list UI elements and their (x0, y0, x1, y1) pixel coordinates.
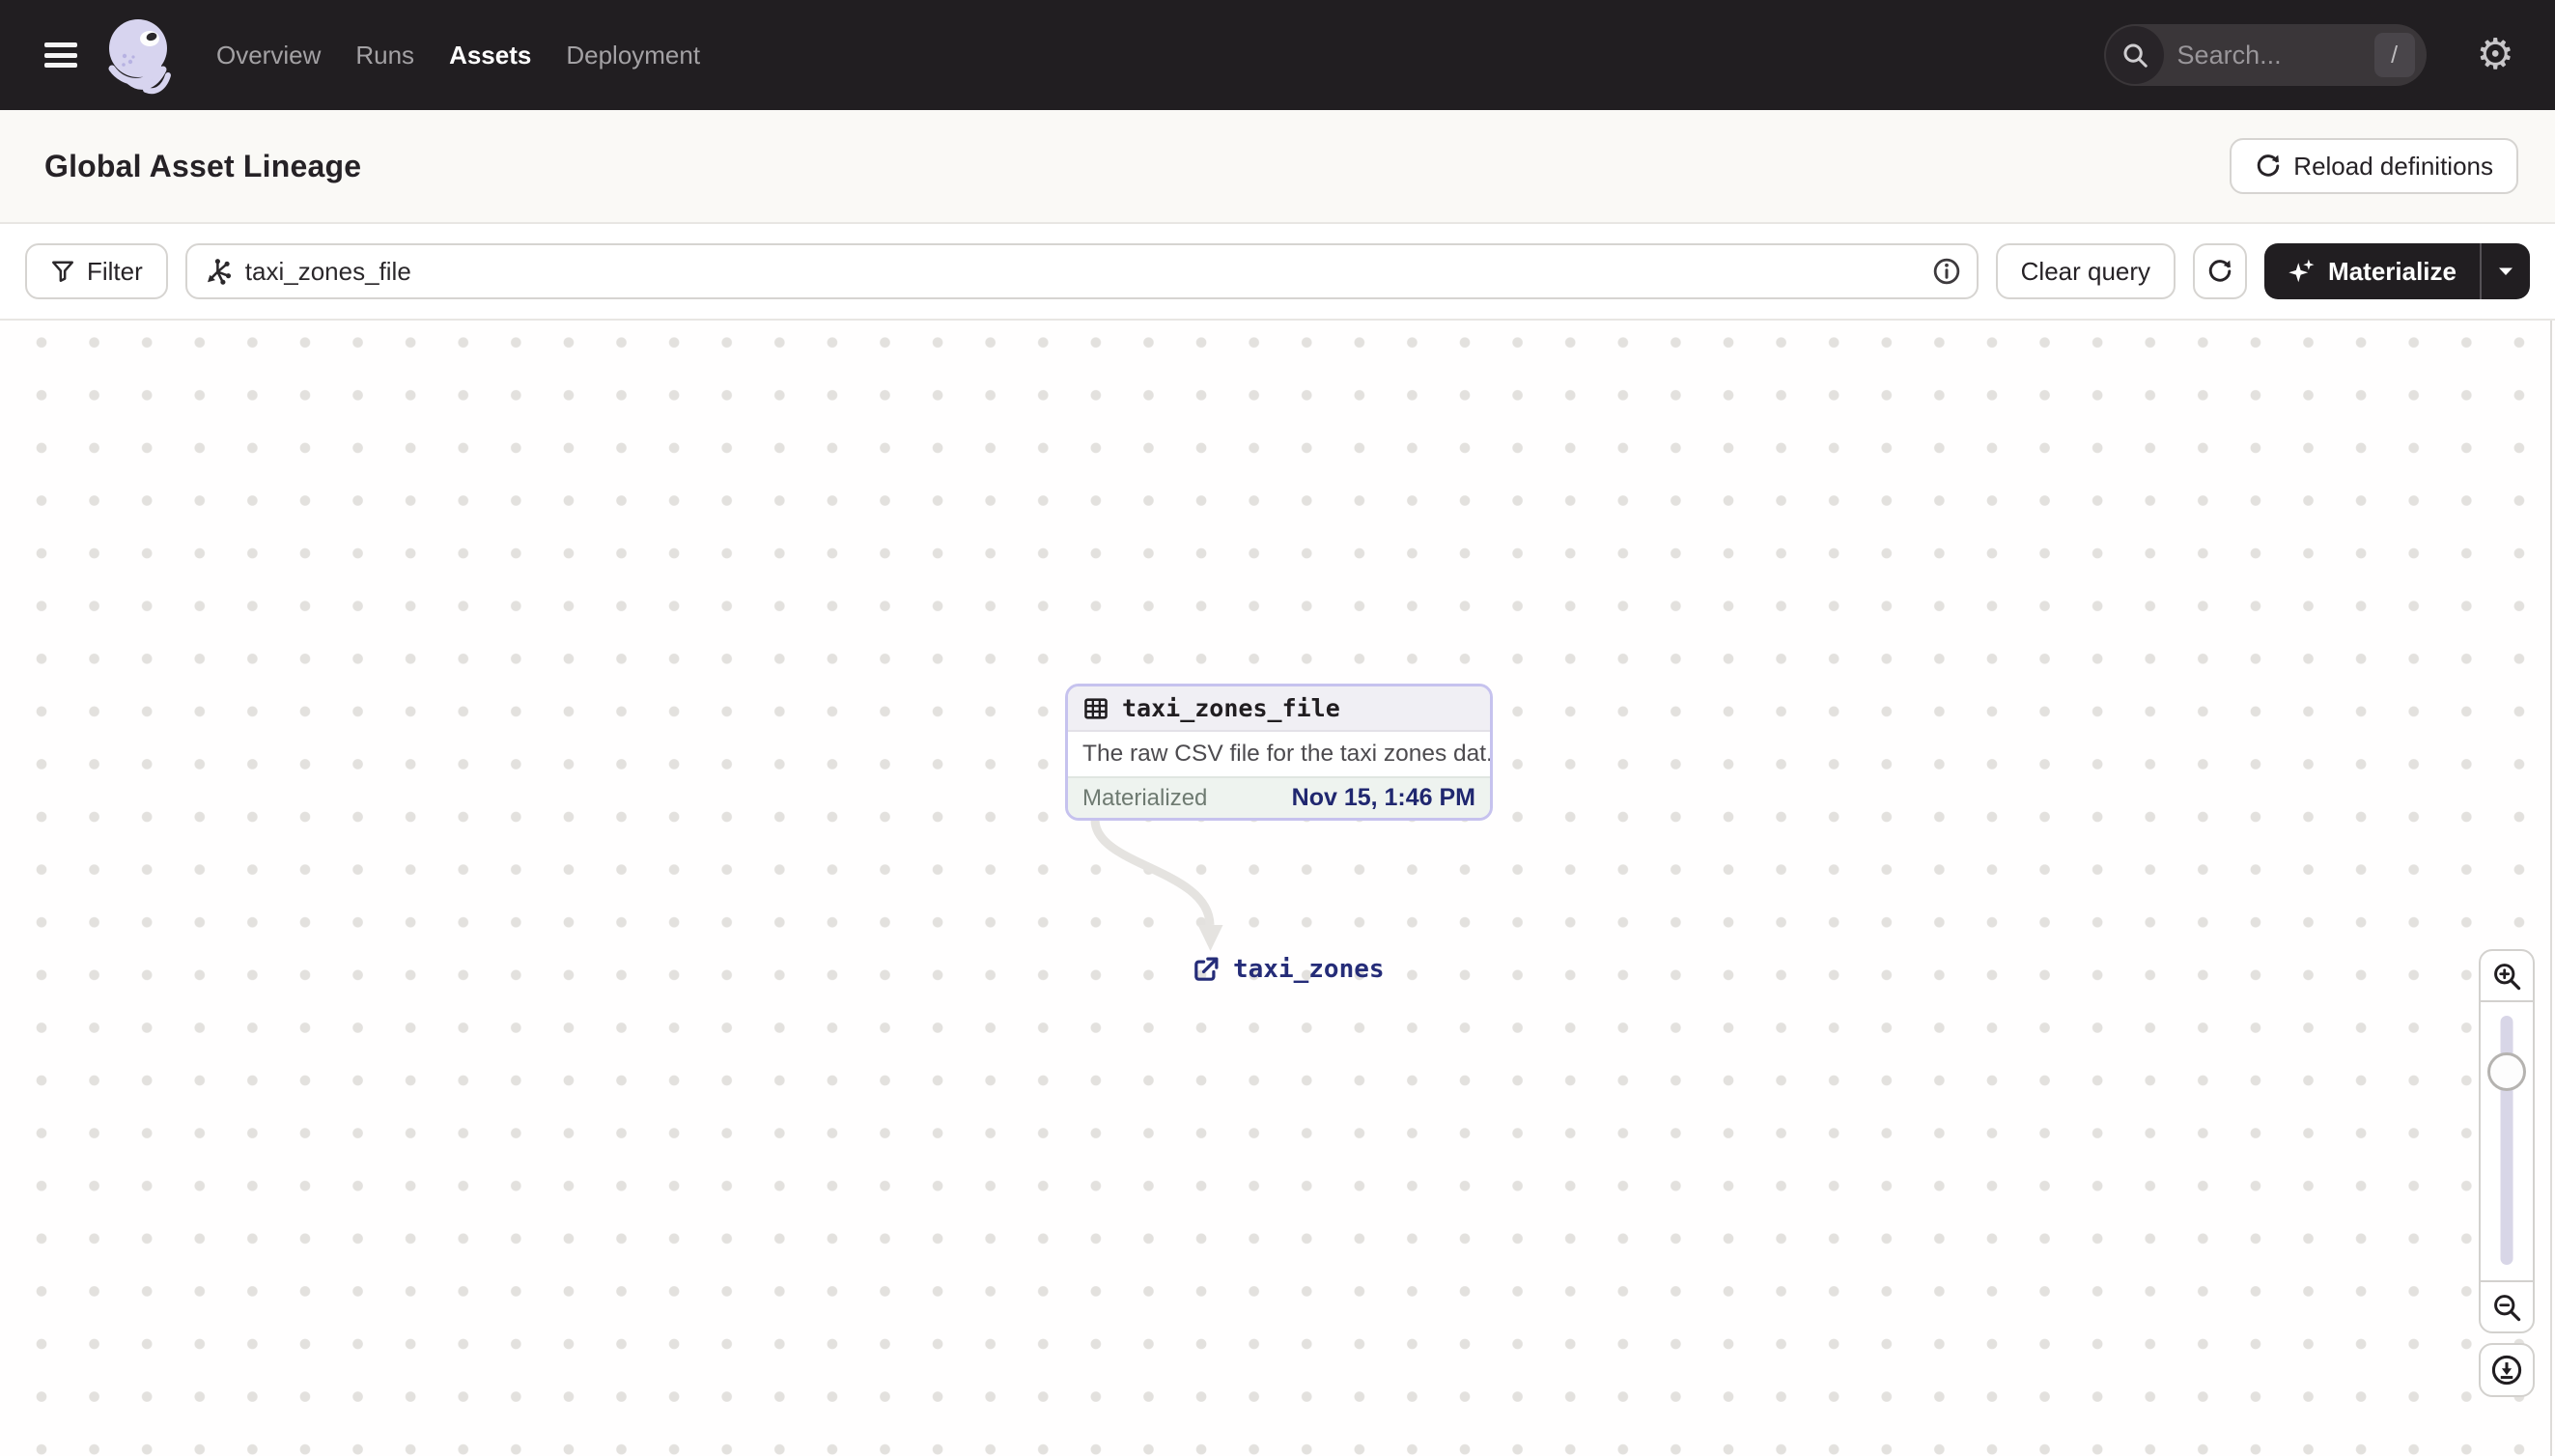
table-icon (1084, 697, 1108, 719)
hamburger-menu-icon[interactable] (44, 42, 77, 68)
asset-node-taxi_zones_file[interactable]: taxi_zones_file The raw CSV file for the… (1065, 684, 1493, 821)
filter-button[interactable]: Filter (25, 243, 168, 299)
lineage-toolbar: Filter Clear query (0, 224, 2555, 321)
materialize-split-button: Materialize (2264, 243, 2530, 299)
downstream-asset-taxi_zones[interactable]: taxi_zones (1191, 948, 1385, 991)
nav-tab-overview[interactable]: Overview (216, 0, 321, 110)
center-view-button[interactable] (2479, 1343, 2535, 1397)
refresh-icon (2258, 154, 2280, 177)
top-navbar: Overview Runs Assets Deployment / ⚙ (0, 0, 2555, 110)
zoom-slider-handle[interactable] (2487, 1052, 2526, 1091)
arrow-down-circle-icon (2491, 1355, 2522, 1386)
zoom-slider[interactable] (2481, 1002, 2533, 1280)
reload-definitions-button[interactable]: Reload definitions (2230, 138, 2518, 194)
gear-icon[interactable]: ⚙ (2477, 34, 2514, 76)
lineage-canvas[interactable]: taxi_zones_file The raw CSV file for the… (0, 321, 2555, 1456)
asset-node-footer: Materialized Nov 15, 1:46 PM (1068, 776, 1490, 818)
asset-node-header: taxi_zones_file (1068, 686, 1490, 732)
refresh-icon (2208, 260, 2232, 282)
search-input[interactable] (2163, 40, 2374, 70)
search-shortcut-key: / (2373, 33, 2415, 77)
funnel-icon (52, 261, 73, 282)
lineage-edge (1090, 819, 1223, 951)
chevron-down-icon (2499, 267, 2513, 275)
downstream-asset-label: taxi_zones (1233, 955, 1385, 984)
clear-query-button[interactable]: Clear query (1995, 243, 2176, 299)
sparkles-icon (2288, 259, 2315, 283)
refresh-graph-button[interactable] (2193, 243, 2248, 299)
nav-tab-assets[interactable]: Assets (449, 0, 531, 110)
materialization-timestamp-link[interactable]: Nov 15, 1:46 PM (1292, 784, 1475, 812)
zoom-controls (2479, 949, 2535, 1397)
zoom-out-button[interactable] (2481, 1280, 2533, 1331)
materialize-button[interactable]: Materialize (2264, 243, 2480, 299)
external-link-icon (1194, 957, 1219, 981)
search-icon (2105, 26, 2164, 84)
nav-tab-runs[interactable]: Runs (355, 0, 414, 110)
lineage-graph-icon (207, 259, 231, 285)
asset-node-description: The raw CSV file for the taxi zones dat.… (1082, 741, 1490, 767)
materialize-dropdown-caret[interactable] (2482, 243, 2530, 299)
page-header: Global Asset Lineage Reload definitions (0, 110, 2555, 224)
canvas-right-edge (2550, 321, 2552, 1456)
asset-query-box[interactable] (184, 243, 1979, 299)
materialized-status-label: Materialized (1082, 784, 1208, 811)
page-title: Global Asset Lineage (44, 148, 362, 183)
asset-node-title: taxi_zones_file (1122, 694, 1340, 722)
primary-nav: Overview Runs Assets Deployment (216, 0, 700, 110)
dagster-logo[interactable] (100, 14, 178, 97)
nav-tab-deployment[interactable]: Deployment (566, 0, 700, 110)
asset-query-input[interactable] (244, 256, 1919, 287)
info-icon[interactable] (1932, 257, 1961, 286)
global-search[interactable]: / (2103, 24, 2427, 86)
zoom-in-button[interactable] (2481, 951, 2533, 1002)
zoom-out-icon (2494, 1294, 2521, 1321)
zoom-in-icon (2494, 963, 2521, 990)
